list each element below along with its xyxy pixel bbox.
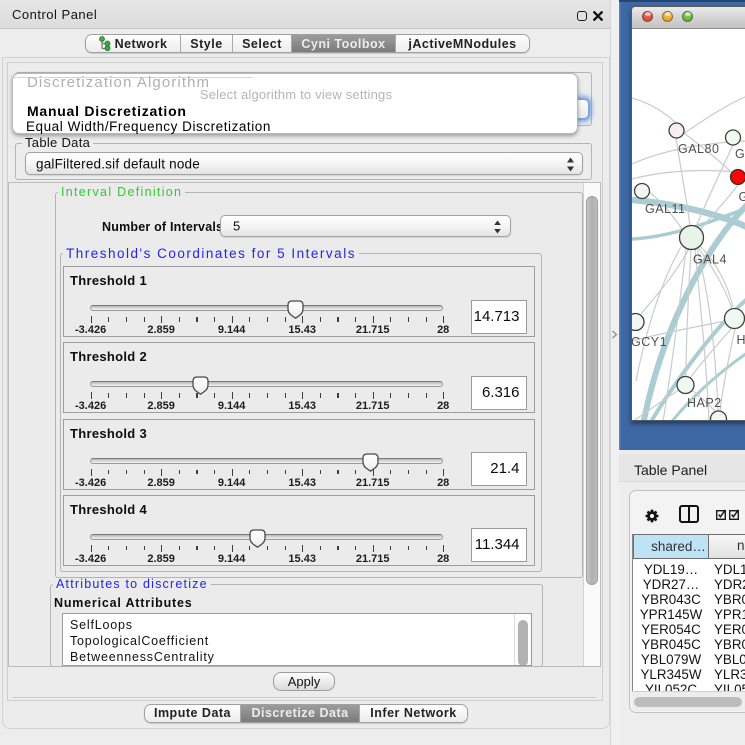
svg-text:GA: GA	[735, 147, 745, 161]
svg-text:GAL11: GAL11	[645, 202, 686, 216]
svg-text:GAL4: GAL4	[693, 253, 727, 267]
svg-text:HAP2: HAP2	[687, 396, 722, 410]
svg-text:GAL80: GAL80	[678, 142, 719, 156]
svg-text:G: G	[739, 190, 745, 204]
svg-text:GCY1: GCY1	[632, 335, 667, 349]
svg-text:H: H	[737, 333, 745, 347]
